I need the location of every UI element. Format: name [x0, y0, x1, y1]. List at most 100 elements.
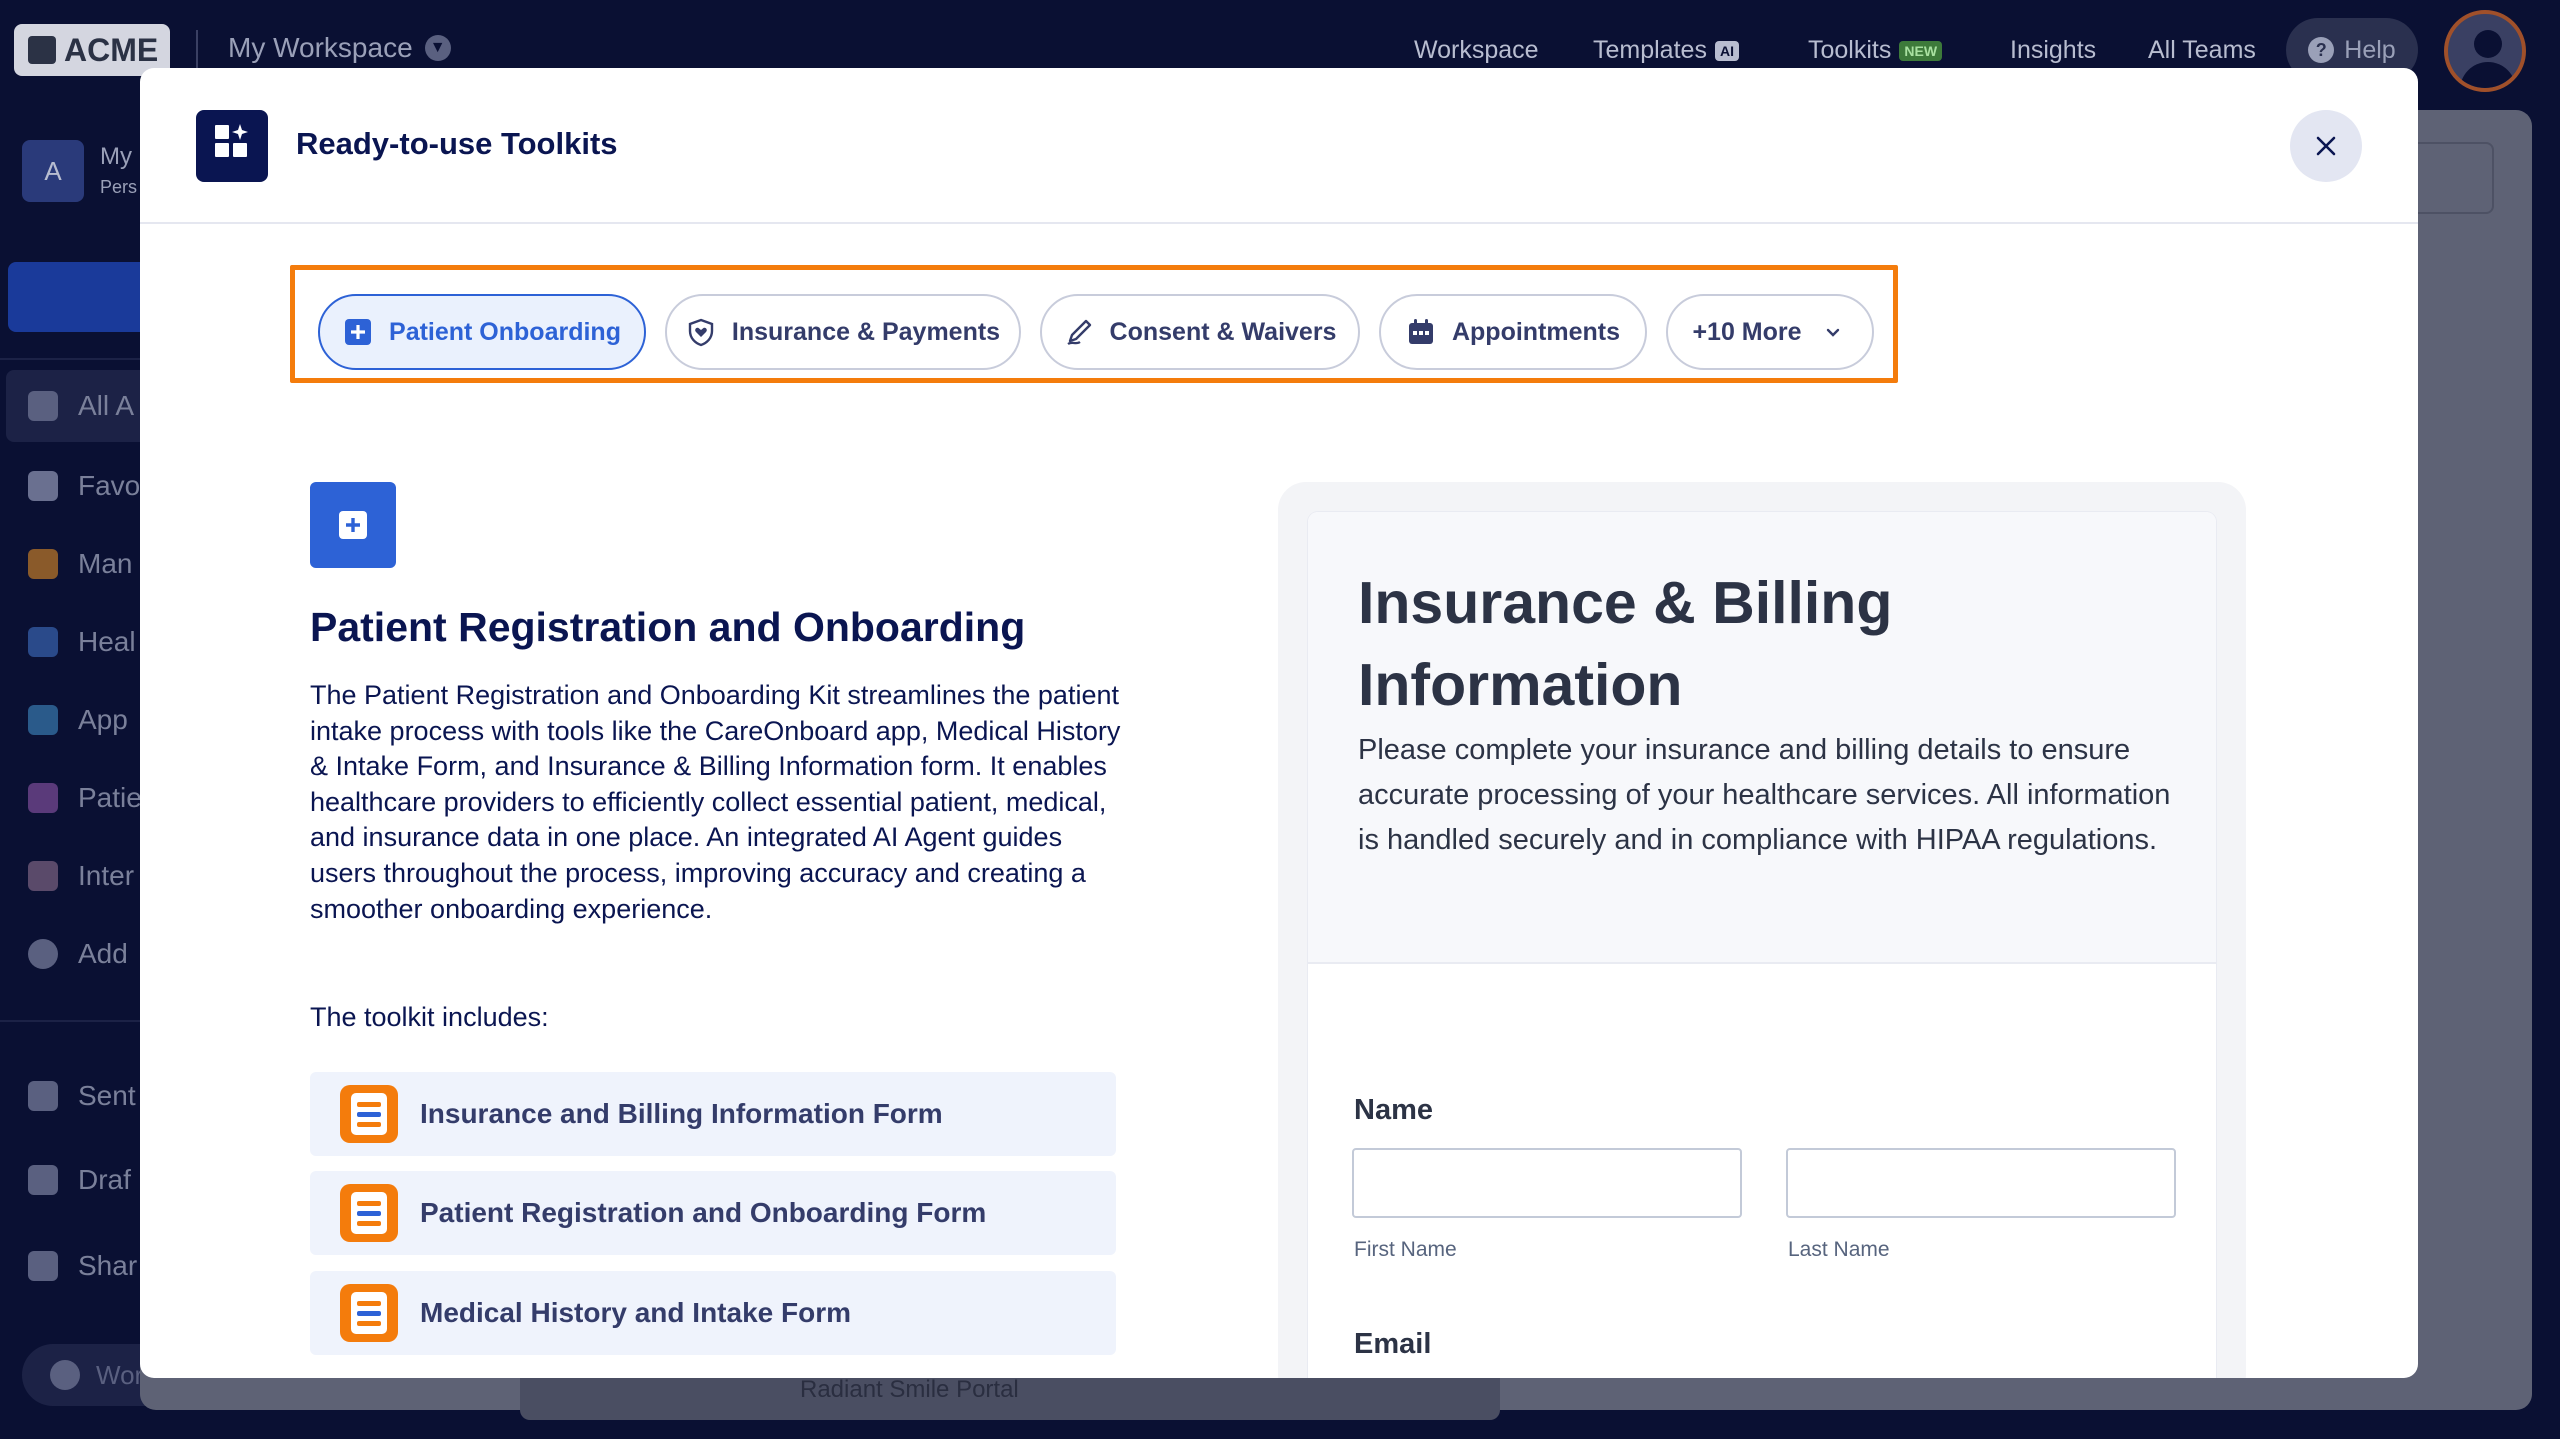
- sidebar-divider: [0, 358, 140, 360]
- nav-insights[interactable]: Insights: [2010, 36, 2096, 65]
- kit-item-label: Patient Registration and Onboarding Form: [420, 1197, 987, 1228]
- avatar-shoulders-shape: [2460, 62, 2516, 88]
- form-preview-header: Insurance & Billing Information Please c…: [1308, 512, 2216, 964]
- account-label: My Pers: [100, 142, 137, 202]
- sidebar-divider: [0, 1020, 140, 1022]
- form-preview-card[interactable]: Insurance & Billing Information Please c…: [1308, 512, 2216, 1378]
- heart-shield-icon: [686, 317, 716, 347]
- form-icon: [340, 1284, 398, 1342]
- pen-icon: [1064, 317, 1094, 347]
- grid-icon: [28, 391, 58, 421]
- kit-item-medical-history-form[interactable]: Medical History and Intake Form: [310, 1271, 1116, 1355]
- logo-mark-icon: [28, 36, 56, 64]
- form-preview-description: Please complete your insurance and billi…: [1358, 734, 2171, 857]
- sidebar-item-label: Draf: [78, 1164, 131, 1195]
- nav-workspace-label: Workspace: [1414, 36, 1539, 64]
- toolkit-grid-icon: [196, 110, 268, 182]
- tab-label: Patient Onboarding: [389, 317, 621, 346]
- sidebar-item-folder-4[interactable]: Patie: [28, 778, 142, 818]
- top-divider: [196, 30, 198, 70]
- sidebar-item-label: Man: [78, 548, 133, 579]
- nav-templates-label: Templates: [1593, 36, 1707, 64]
- kit-item-label: Insurance and Billing Information Form: [420, 1098, 943, 1129]
- form-preview-title: Insurance & Billing Information: [1358, 570, 1893, 718]
- kit-includes-label: The toolkit includes:: [310, 1002, 549, 1032]
- question-icon: ?: [2308, 37, 2335, 63]
- form-icon: [340, 1085, 398, 1143]
- star-icon: [28, 471, 58, 501]
- sidebar-item-drafts[interactable]: Draf: [28, 1160, 131, 1200]
- toolkits-modal: Ready-to-use Toolkits Patient Onboarding…: [140, 68, 2418, 1378]
- chevron-down-icon: [1818, 317, 1848, 347]
- kit-item-insurance-billing-form[interactable]: Insurance and Billing Information Form: [310, 1072, 1116, 1156]
- tab-appointments[interactable]: Appointments: [1379, 294, 1647, 370]
- sidebar-item-favorites[interactable]: Favo: [28, 466, 140, 506]
- sidebar-item-label: Favo: [78, 470, 141, 501]
- name-field-label: Name: [1354, 1094, 1433, 1126]
- calendar-icon: [1406, 317, 1436, 347]
- sidebar-item-label: Sent: [78, 1080, 136, 1111]
- logo-text: ACME: [64, 31, 159, 68]
- last-name-input[interactable]: [1786, 1148, 2176, 1218]
- nav-toolkits-label: Toolkits: [1808, 36, 1892, 64]
- nav-templates[interactable]: Templates AI: [1593, 36, 1739, 65]
- modal-header: Ready-to-use Toolkits: [140, 68, 2418, 224]
- tab-patient-onboarding[interactable]: Patient Onboarding: [318, 294, 646, 370]
- user-avatar[interactable]: [2444, 10, 2526, 92]
- tab-label: +10 More: [1692, 317, 1802, 346]
- toolkit-category-tabs: Patient Onboarding Insurance & Payments …: [290, 265, 1898, 383]
- close-button[interactable]: [2290, 110, 2362, 182]
- kit-description: The Patient Registration and Onboarding …: [310, 680, 1121, 924]
- sidebar-item-folder-5[interactable]: Inter: [28, 856, 134, 896]
- ai-badge: AI: [1714, 41, 1739, 62]
- create-button[interactable]: [8, 262, 158, 332]
- kit-item-patient-registration-form[interactable]: Patient Registration and Onboarding Form: [310, 1171, 1116, 1255]
- modal-title: Ready-to-use Toolkits: [296, 126, 618, 161]
- plus-box-icon: [343, 317, 373, 347]
- sidebar-item-shared[interactable]: Shar: [28, 1246, 137, 1286]
- sidebar-item-sent[interactable]: Sent: [28, 1076, 136, 1116]
- tab-consent-waivers[interactable]: Consent & Waivers: [1040, 294, 1360, 370]
- nav-all-teams-label: All Teams: [2148, 36, 2256, 64]
- workspace-switcher[interactable]: My Workspace ▼: [228, 32, 451, 64]
- users-icon: [28, 1251, 58, 1281]
- sidebar-item-label: App: [78, 704, 128, 735]
- draft-icon: [28, 1165, 58, 1195]
- nav-all-teams[interactable]: All Teams: [2148, 36, 2256, 65]
- folder-icon: [28, 705, 58, 735]
- background-item-title: Radiant Smile Portal: [800, 1376, 1019, 1403]
- sidebar-item-label: Heal: [78, 626, 136, 657]
- folder-icon: [28, 549, 58, 579]
- tab-label: Consent & Waivers: [1109, 317, 1337, 346]
- nav-toolkits[interactable]: Toolkits NEW: [1808, 36, 1943, 65]
- account-type: Pers: [100, 177, 138, 197]
- sidebar-item-folder-2[interactable]: Heal: [28, 622, 136, 662]
- form-icon: [340, 1184, 398, 1242]
- account-name: My: [100, 143, 132, 170]
- sidebar-item-label: Patie: [78, 782, 142, 813]
- chevron-down-icon: ▼: [424, 35, 451, 61]
- plus-circle-icon: [28, 939, 58, 969]
- last-name-sublabel: Last Name: [1788, 1238, 1890, 1261]
- sidebar-item-label: Shar: [78, 1250, 138, 1281]
- folder-icon: [28, 627, 58, 657]
- tab-label: Insurance & Payments: [731, 317, 1001, 346]
- sidebar-item-folder-1[interactable]: Man: [28, 544, 132, 584]
- message-icon: [28, 1081, 58, 1111]
- workspace-name-label: My Workspace: [228, 32, 413, 63]
- folder-icon: [28, 783, 58, 813]
- help-label: Help: [2344, 35, 2396, 64]
- tab-insurance-payments[interactable]: Insurance & Payments: [665, 294, 1021, 370]
- email-field-label: Email: [1354, 1328, 1432, 1360]
- account-avatar[interactable]: A: [22, 140, 84, 202]
- kit-title: Patient Registration and Onboarding: [310, 604, 1026, 650]
- tab-more-categories[interactable]: +10 More: [1666, 294, 1874, 370]
- first-name-input[interactable]: [1352, 1148, 1742, 1218]
- sidebar-item-label: All A: [78, 390, 135, 421]
- tab-label: Appointments: [1451, 317, 1621, 346]
- sidebar-item-folder-3[interactable]: App: [28, 700, 128, 740]
- sidebar-item-label: Inter: [78, 860, 135, 891]
- nav-workspace[interactable]: Workspace: [1414, 36, 1539, 65]
- kit-item-label: Medical History and Intake Form: [420, 1297, 851, 1328]
- sidebar-item-add[interactable]: Add: [28, 934, 128, 974]
